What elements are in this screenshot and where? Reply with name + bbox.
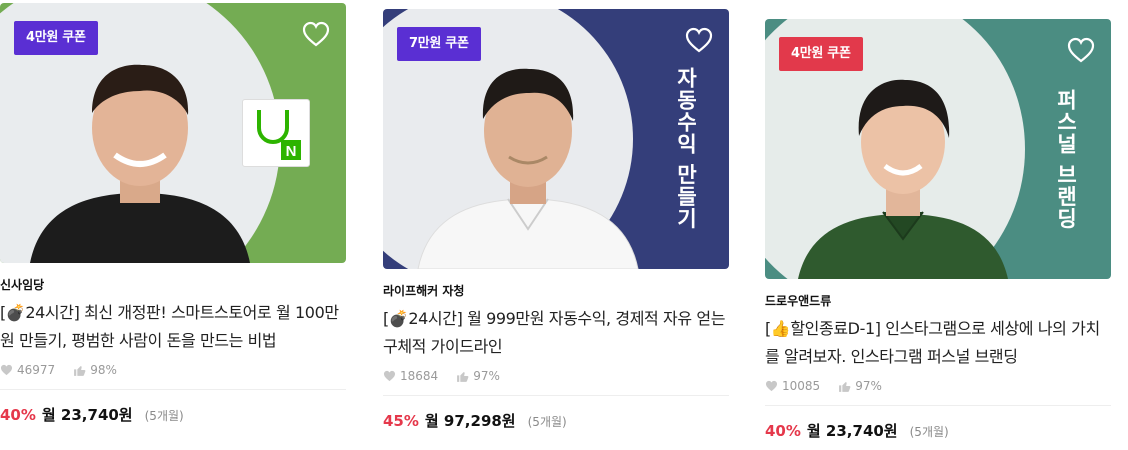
like-count: 18684	[400, 369, 439, 383]
satisfaction-rate: 97%	[473, 369, 500, 383]
course-title[interactable]: [💣24시간] 월 999만원 자동수익, 경제적 자유 얻는 구체적 가이드라…	[383, 305, 729, 361]
heart-icon[interactable]	[685, 27, 713, 53]
course-card[interactable]: 자동수익 만들기 7만원 쿠폰 라이프해커 자청 [💣24시간] 월 999만원…	[383, 9, 729, 431]
like-count: 46977	[17, 363, 56, 377]
discount-rate: 45%	[383, 412, 419, 430]
heart-icon	[0, 364, 13, 376]
course-stats: 10085 97%	[765, 379, 1111, 406]
creator-name: 신사임당	[0, 278, 45, 292]
satisfaction-rate: 98%	[90, 363, 117, 377]
heart-icon[interactable]	[1067, 37, 1095, 63]
price-row: 40% 월 23,740원 (5개월)	[765, 420, 1111, 441]
course-title[interactable]: [👍할인종료D-1] 인스타그램으로 세상에 나의 가치를 알려보자. 인스타그…	[765, 315, 1111, 371]
creator-name: 라이프해커 자청	[383, 284, 465, 298]
installment-months: (5개월)	[527, 415, 567, 429]
discount-rate: 40%	[765, 422, 801, 440]
thumbs-up-icon	[74, 365, 86, 376]
course-card[interactable]: N 4만원 쿠폰 신사임당 [💣24시간] 최신 개정판! 스마트스토어로 월 …	[0, 3, 346, 425]
course-thumbnail[interactable]: 자동수익 만들기 7만원 쿠폰	[383, 9, 729, 269]
heart-icon	[383, 370, 396, 382]
instructor-photo	[417, 68, 639, 269]
course-stats: 18684 97%	[383, 369, 729, 396]
heart-icon	[765, 380, 778, 392]
coupon-badge: 4만원 쿠폰	[779, 37, 863, 71]
discount-rate: 40%	[0, 406, 36, 424]
satisfaction-rate: 97%	[855, 379, 882, 393]
coupon-badge: 4만원 쿠폰	[14, 21, 98, 55]
thumbs-up-icon	[839, 381, 851, 392]
installment-months: (5개월)	[144, 409, 184, 423]
course-stats: 46977 98%	[0, 363, 346, 390]
course-thumbnail[interactable]: N 4만원 쿠폰	[0, 3, 346, 263]
instructor-photo	[798, 79, 1008, 279]
svg-text:N: N	[286, 143, 297, 160]
naver-n-logo: N	[242, 99, 310, 167]
coupon-badge: 7만원 쿠폰	[397, 27, 481, 61]
heart-icon[interactable]	[302, 21, 330, 47]
instructor-photo	[30, 64, 250, 263]
installment-months: (5개월)	[909, 425, 949, 439]
thumbnail-caption: 퍼스널 브랜딩	[1054, 89, 1078, 230]
monthly-price: 월 97,298원	[424, 412, 516, 430]
course-card[interactable]: 퍼스널 브랜딩 4만원 쿠폰 드로우앤드류 [👍할인종료D-1] 인스타그램으로…	[765, 19, 1111, 441]
price-row: 40% 월 23,740원 (5개월)	[0, 404, 346, 425]
like-count: 10085	[782, 379, 821, 393]
course-title[interactable]: [💣24시간] 최신 개정판! 스마트스토어로 월 100만원 만들기, 평범한…	[0, 299, 346, 355]
thumbs-up-icon	[457, 371, 469, 382]
monthly-price: 월 23,740원	[41, 406, 133, 424]
thumbnail-caption: 자동수익 만들기	[674, 67, 698, 230]
creator-name: 드로우앤드류	[765, 294, 832, 308]
course-thumbnail[interactable]: 퍼스널 브랜딩 4만원 쿠폰	[765, 19, 1111, 279]
price-row: 45% 월 97,298원 (5개월)	[383, 410, 729, 431]
monthly-price: 월 23,740원	[806, 422, 898, 440]
